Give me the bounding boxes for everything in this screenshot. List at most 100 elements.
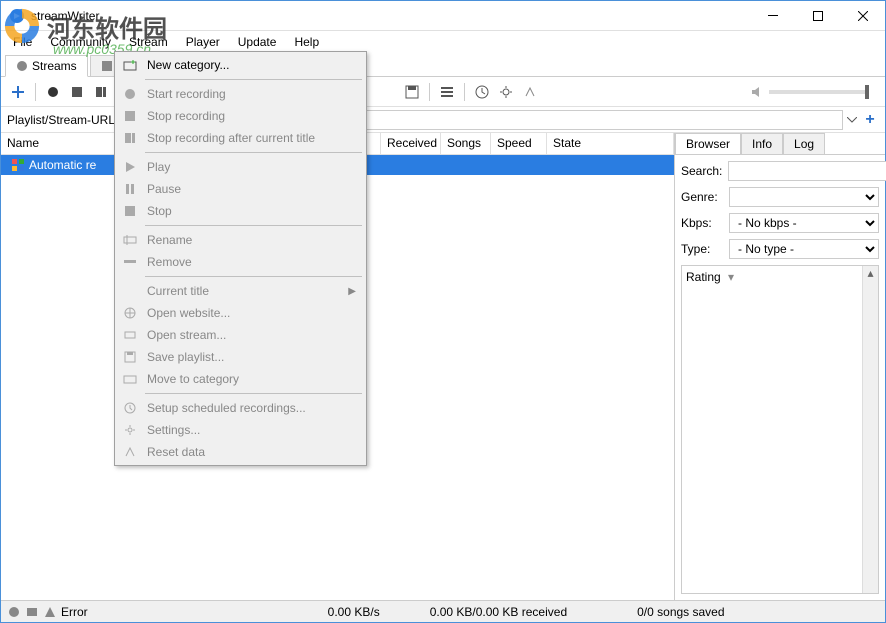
play-icon <box>122 159 138 175</box>
status-error: Error <box>61 605 88 619</box>
menu-community[interactable]: Community <box>42 33 119 51</box>
cm-stop-recording[interactable]: Stop recording <box>117 105 364 127</box>
menu-stream[interactable]: Stream <box>121 33 176 51</box>
maximize-button[interactable] <box>795 1 840 30</box>
clock-icon <box>122 400 138 416</box>
side-tabs: Browser Info Log <box>675 133 885 155</box>
menu-help[interactable]: Help <box>286 33 327 51</box>
playlist-button[interactable] <box>436 81 458 103</box>
category-icon <box>11 158 25 172</box>
recordings-tab-icon <box>101 60 113 72</box>
stream-icon <box>122 327 138 343</box>
stop-icon <box>122 203 138 219</box>
cm-play[interactable]: Play <box>117 156 364 178</box>
save-button[interactable] <box>401 81 423 103</box>
save-icon <box>122 349 138 365</box>
genre-select[interactable] <box>729 187 879 207</box>
titlebar: streamWriter <box>1 1 885 31</box>
cm-move-category[interactable]: Move to category <box>117 368 364 390</box>
window-title: streamWriter <box>31 9 750 23</box>
side-panel: Browser Info Log Search: Genre: Kbps: - … <box>675 133 885 600</box>
folder-plus-icon <box>122 57 138 73</box>
menubar: File Community Stream Player Update Help <box>1 31 885 53</box>
rating-dropdown-icon[interactable]: ▾ <box>728 270 734 284</box>
type-label: Type: <box>681 242 723 256</box>
url-label: Playlist/Stream-URL: <box>7 113 118 127</box>
cm-current-title[interactable]: Current title ▶ <box>117 280 364 302</box>
cm-new-category[interactable]: New category... <box>117 54 364 76</box>
rating-label: Rating <box>686 270 721 284</box>
side-tab-browser[interactable]: Browser <box>675 133 741 154</box>
stop-after-icon <box>122 130 138 146</box>
statusbar: Error 0.00 KB/s 0.00 KB/0.00 KB received… <box>1 600 885 622</box>
menu-file[interactable]: File <box>5 33 40 51</box>
col-received[interactable]: Received <box>381 133 441 154</box>
scroll-up-icon[interactable]: ▴ <box>863 266 878 280</box>
genre-label: Genre: <box>681 190 723 204</box>
gear-icon <box>122 422 138 438</box>
close-button[interactable] <box>840 1 885 30</box>
status-icon-1 <box>7 605 21 619</box>
status-icon-2 <box>25 605 39 619</box>
add-button[interactable] <box>7 81 29 103</box>
cm-remove[interactable]: Remove <box>117 251 364 273</box>
submenu-arrow-icon: ▶ <box>348 286 356 297</box>
cm-rename[interactable]: Rename <box>117 229 364 251</box>
cm-open-stream[interactable]: Open stream... <box>117 324 364 346</box>
stop-rec-button[interactable] <box>66 81 88 103</box>
settings-button[interactable] <box>495 81 517 103</box>
volume-icon <box>751 86 767 98</box>
minimize-button[interactable] <box>750 1 795 30</box>
reset-button[interactable] <box>519 81 541 103</box>
tab-streams[interactable]: Streams <box>5 55 88 77</box>
url-dropdown-icon[interactable] <box>847 117 857 123</box>
cm-stop[interactable]: Stop <box>117 200 364 222</box>
toolbar-separator <box>429 83 430 101</box>
rating-scrollbar[interactable]: ▴ <box>862 266 878 593</box>
status-speed: 0.00 KB/s <box>328 605 380 619</box>
kbps-label: Kbps: <box>681 216 723 230</box>
folder-icon <box>122 371 138 387</box>
status-songs: 0/0 songs saved <box>637 605 724 619</box>
schedule-button[interactable] <box>471 81 493 103</box>
col-songs[interactable]: Songs <box>441 133 491 154</box>
remove-icon <box>122 254 138 270</box>
search-input[interactable] <box>728 161 886 181</box>
volume-slider[interactable] <box>769 90 869 94</box>
rating-box: Rating ▾ ▴ <box>681 265 879 594</box>
cm-start-recording[interactable]: Start recording <box>117 83 364 105</box>
toolbar-separator <box>35 83 36 101</box>
kbps-select[interactable]: - No kbps - <box>729 213 879 233</box>
col-speed[interactable]: Speed <box>491 133 547 154</box>
url-add-button[interactable]: + <box>861 111 879 129</box>
pause-icon <box>122 181 138 197</box>
app-icon <box>9 8 25 24</box>
cm-settings[interactable]: Settings... <box>117 419 364 441</box>
col-state[interactable]: State <box>547 133 674 154</box>
reset-icon <box>122 444 138 460</box>
context-menu: New category... Start recording Stop rec… <box>114 51 367 466</box>
menu-player[interactable]: Player <box>178 33 228 51</box>
side-tab-info[interactable]: Info <box>741 133 783 154</box>
globe-icon <box>122 305 138 321</box>
record-button[interactable] <box>42 81 64 103</box>
cm-schedule[interactable]: Setup scheduled recordings... <box>117 397 364 419</box>
status-icon-3 <box>43 605 57 619</box>
cm-open-website[interactable]: Open website... <box>117 302 364 324</box>
status-received: 0.00 KB/0.00 KB received <box>430 605 567 619</box>
cm-stop-after[interactable]: Stop recording after current title <box>117 127 364 149</box>
record-icon <box>122 86 138 102</box>
stop-icon <box>122 108 138 124</box>
search-label: Search: <box>681 164 722 178</box>
cm-save-playlist[interactable]: Save playlist... <box>117 346 364 368</box>
menu-update[interactable]: Update <box>230 33 285 51</box>
toolbar-separator <box>464 83 465 101</box>
rename-icon <box>122 232 138 248</box>
cm-reset[interactable]: Reset data <box>117 441 364 463</box>
side-tab-log[interactable]: Log <box>783 133 825 154</box>
streams-tab-icon <box>16 60 28 72</box>
stop-after-button[interactable] <box>90 81 112 103</box>
cm-pause[interactable]: Pause <box>117 178 364 200</box>
type-select[interactable]: - No type - <box>729 239 879 259</box>
tab-streams-label: Streams <box>32 59 77 73</box>
